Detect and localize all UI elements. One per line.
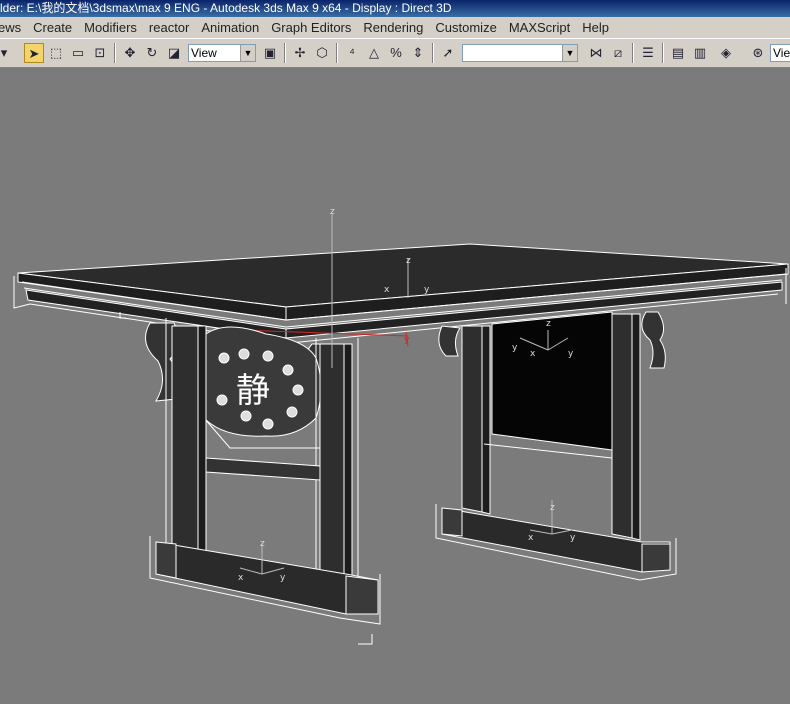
- material-editor-icon[interactable]: ◈: [716, 43, 736, 63]
- axis-label-x: x: [530, 349, 536, 359]
- menu-modifiers[interactable]: Modifiers: [78, 17, 143, 38]
- main-toolbar: ▾ ➤ ⬚ ▭ ⊡ ✥ ↻ ◪ View ▼ ▣ ✢ ⬡ ⁴ △ % ⇕ ➚ ▼…: [0, 38, 790, 68]
- perspective-viewport[interactable]: z z x y x y y z y z x y z x y 静: [0, 68, 790, 699]
- axis-label-z: z: [550, 503, 555, 513]
- menu-views[interactable]: ews: [0, 17, 27, 38]
- angle-snap-icon[interactable]: △: [364, 43, 384, 63]
- axis-label-y: y: [512, 343, 518, 353]
- edit-named-selection-icon[interactable]: ➚: [438, 43, 458, 63]
- render-view-select[interactable]: Vie: [770, 44, 790, 62]
- chevron-down-icon[interactable]: ▼: [240, 45, 255, 61]
- move-icon[interactable]: ✥: [120, 43, 140, 63]
- axis-label-z: z: [406, 256, 411, 266]
- axis-label-y: y: [280, 573, 286, 583]
- separator: [336, 43, 338, 63]
- axis-label-y: y: [404, 335, 410, 345]
- reference-coordinate-select[interactable]: View ▼: [188, 44, 256, 62]
- named-selection-sets-select[interactable]: ▼: [462, 44, 578, 62]
- separator: [632, 43, 634, 63]
- menu-rendering[interactable]: Rendering: [357, 17, 429, 38]
- layer-manager-icon[interactable]: ☰: [638, 43, 658, 63]
- curve-editor-icon[interactable]: ▤: [668, 43, 688, 63]
- separator: [662, 43, 664, 63]
- title-bar: lder: E:\我的文档\3dsmax\max 9 ENG - Autodes…: [0, 0, 790, 17]
- axis-label-z: z: [260, 539, 265, 549]
- axis-label-y: y: [570, 533, 576, 543]
- menu-create[interactable]: Create: [27, 17, 78, 38]
- chevron-down-icon[interactable]: ▼: [562, 45, 577, 61]
- axis-label-y: y: [568, 349, 574, 359]
- separator: [114, 43, 116, 63]
- mirror-icon[interactable]: ⋈: [586, 43, 606, 63]
- menu-bar: ews Create Modifiers reactor Animation Graph …: [0, 17, 790, 38]
- window-title: lder: E:\我的文档\3dsmax\max 9 ENG - Autodes…: [0, 1, 452, 15]
- select-object-icon[interactable]: ➤: [24, 43, 44, 63]
- axis-label-x: x: [528, 533, 534, 543]
- separator: [432, 43, 434, 63]
- separator: [284, 43, 286, 63]
- spinner-snap-icon[interactable]: ⇕: [408, 43, 428, 63]
- schematic-view-icon[interactable]: ▥: [690, 43, 710, 63]
- menu-graph-editors[interactable]: Graph Editors: [265, 17, 357, 38]
- rect-selection-icon[interactable]: ▭: [68, 43, 88, 63]
- keyboard-shortcut-icon[interactable]: ⬡: [312, 43, 332, 63]
- axis-label-y: y: [424, 285, 430, 295]
- render-scene-icon[interactable]: ⊛: [748, 43, 768, 63]
- rotate-icon[interactable]: ↻: [142, 43, 162, 63]
- select-manipulate-icon[interactable]: ✢: [290, 43, 310, 63]
- menu-animation[interactable]: Animation: [195, 17, 265, 38]
- axis-label-x: x: [384, 285, 390, 295]
- percent-snap-icon[interactable]: %: [386, 43, 406, 63]
- axis-label-z: z: [330, 207, 335, 217]
- menu-maxscript[interactable]: MAXScript: [503, 17, 576, 38]
- render-view-value: Vie: [773, 46, 790, 60]
- window-crossing-icon[interactable]: ⊡: [90, 43, 110, 63]
- menu-customize[interactable]: Customize: [429, 17, 502, 38]
- menu-reactor[interactable]: reactor: [143, 17, 195, 38]
- snap-toggle-icon[interactable]: ⁴: [342, 43, 362, 63]
- reference-coordinate-value: View: [191, 46, 217, 60]
- axis-label-z: z: [546, 319, 551, 329]
- select-by-name-icon[interactable]: ⬚: [46, 43, 66, 63]
- align-icon[interactable]: ⧄: [608, 43, 628, 63]
- menu-help[interactable]: Help: [576, 17, 615, 38]
- pivot-center-icon[interactable]: ▣: [260, 43, 280, 63]
- carving-character: 静: [236, 371, 270, 411]
- axis-label-x: x: [238, 573, 244, 583]
- scale-icon[interactable]: ◪: [164, 43, 184, 63]
- table-wireframe: z z x y x y y z y z x y z x y 静: [13, 207, 789, 645]
- filter-dropdown-icon[interactable]: ▾: [0, 43, 14, 63]
